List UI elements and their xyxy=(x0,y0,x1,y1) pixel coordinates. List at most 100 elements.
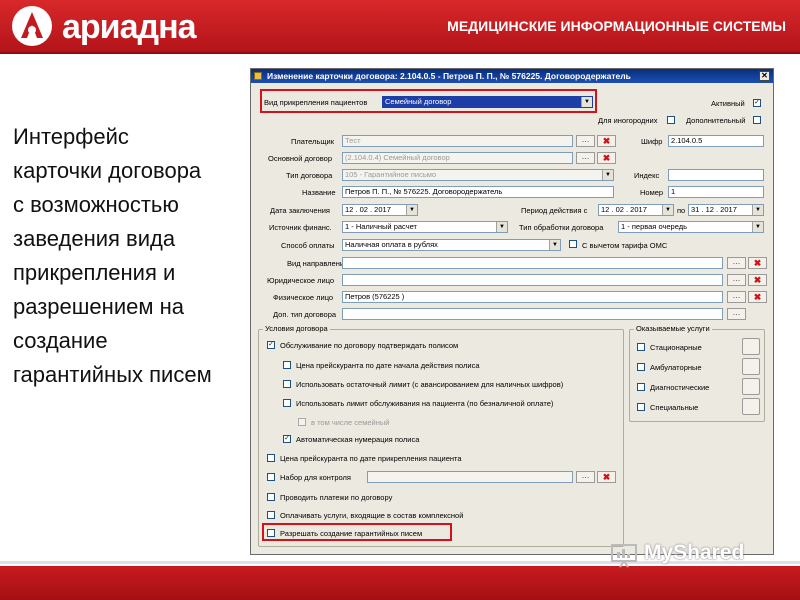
additional-checkbox[interactable] xyxy=(753,116,761,124)
control-set-field[interactable] xyxy=(367,471,573,483)
active-checkbox[interactable]: ✓ xyxy=(753,99,761,107)
conclusion-date-field[interactable]: 12 . 02 . 2017 ▼ xyxy=(342,204,418,216)
contract-type-value: 105 - Гарантийное письмо xyxy=(345,170,437,179)
index-field[interactable] xyxy=(668,169,764,181)
conditions-title: Условия договора xyxy=(263,324,330,333)
calendar-dropdown-icon[interactable]: ▼ xyxy=(752,205,763,215)
condition-checkbox[interactable] xyxy=(267,511,275,519)
condition-label: Использовать остаточный лимит (с авансир… xyxy=(296,380,564,389)
number-label: Номер xyxy=(640,188,664,197)
finance-source-label: Источник финанс. xyxy=(269,223,332,232)
name-field[interactable]: Петров П. П., № 576225. Договородержател… xyxy=(342,186,614,198)
condition-checkbox[interactable]: ✓ xyxy=(267,341,275,349)
individual-browse-button[interactable]: … xyxy=(727,291,746,303)
number-field[interactable]: 1 xyxy=(668,186,764,198)
condition-label: Цена прейскуранта по дате начала действи… xyxy=(296,361,480,370)
payer-field[interactable]: Тест xyxy=(342,135,573,147)
condition-label: в том числе семейный xyxy=(311,418,390,427)
calendar-dropdown-icon[interactable]: ▼ xyxy=(662,205,673,215)
legal-entity-browse-button[interactable]: … xyxy=(727,274,746,286)
legal-entity-field[interactable] xyxy=(342,274,723,286)
processing-type-select[interactable]: 1 - первая очередь ▼ xyxy=(618,221,764,233)
condition-checkbox[interactable] xyxy=(298,418,306,426)
chevron-down-icon[interactable]: ▼ xyxy=(602,170,613,180)
control-set-clear-icon[interactable]: ✖ xyxy=(597,471,616,483)
payment-method-select[interactable]: Наличная оплата в рублях ▼ xyxy=(342,239,561,251)
condition-checkbox[interactable] xyxy=(267,493,275,501)
payer-label: Плательщик xyxy=(291,137,334,146)
oms-excl-label: С вычетом тарифа ОМС xyxy=(582,241,668,250)
service-checkbox[interactable] xyxy=(637,383,645,391)
referral-browse-button[interactable]: … xyxy=(727,257,746,269)
condition-checkbox[interactable] xyxy=(267,473,275,481)
referral-clear-icon[interactable]: ✖ xyxy=(748,257,767,269)
desc-line: с возможностью xyxy=(13,192,179,217)
calendar-dropdown-icon[interactable]: ▼ xyxy=(406,205,417,215)
period-to-field[interactable]: 31 . 12 . 2017 ▼ xyxy=(688,204,764,216)
period-from-field[interactable]: 12 . 02 . 2017 ▼ xyxy=(598,204,674,216)
brand-name: ариадна xyxy=(62,8,197,46)
payer-clear-icon[interactable]: ✖ xyxy=(597,135,616,147)
service-settings-button[interactable] xyxy=(742,338,760,355)
contract-card-dialog: Изменение карточки договора: 2.104.0.5 -… xyxy=(250,68,774,555)
service-settings-button[interactable] xyxy=(742,378,760,395)
control-set-browse-button[interactable]: … xyxy=(576,471,595,483)
service-checkbox[interactable] xyxy=(637,343,645,351)
condition-label: Цена прейскуранта по дате прикрепления п… xyxy=(280,454,462,463)
condition-label: Набор для контроля xyxy=(280,473,351,482)
referral-type-field[interactable] xyxy=(342,257,723,269)
oms-excl-checkbox[interactable] xyxy=(569,240,577,248)
desc-line: заведения вида xyxy=(13,226,176,251)
payer-browse-button[interactable]: … xyxy=(576,135,595,147)
ariadna-logo-icon xyxy=(12,6,52,46)
desc-line: прикрепления и xyxy=(13,260,176,285)
additional-label: Дополнительный xyxy=(686,116,746,125)
chevron-down-icon[interactable]: ▼ xyxy=(752,222,763,232)
highlight-attach-type xyxy=(260,89,597,113)
condition-checkbox[interactable] xyxy=(283,361,291,369)
condition-checkbox[interactable] xyxy=(267,454,275,462)
finance-source-value: 1 - Наличный расчет xyxy=(345,222,417,231)
individual-clear-icon[interactable]: ✖ xyxy=(748,291,767,303)
service-checkbox[interactable] xyxy=(637,363,645,371)
service-settings-button[interactable] xyxy=(742,398,760,415)
service-label: Диагностические xyxy=(650,383,710,392)
chevron-down-icon[interactable]: ▼ xyxy=(549,240,560,250)
finance-source-select[interactable]: 1 - Наличный расчет ▼ xyxy=(342,221,508,233)
individual-field[interactable]: Петров (576225 ) xyxy=(342,291,723,303)
foreigners-checkbox[interactable] xyxy=(667,116,675,124)
add-contract-type-field[interactable] xyxy=(342,308,723,320)
desc-line: Интерфейс xyxy=(13,124,129,149)
highlight-guarantee-letters xyxy=(262,523,452,541)
period-to-value: 31 . 12 . 2017 xyxy=(691,205,737,214)
cipher-label: Шифр xyxy=(641,137,663,146)
add-contract-type-browse-button[interactable]: … xyxy=(727,308,746,320)
condition-label: Оплачивать услуги, входящие в состав ком… xyxy=(280,511,464,520)
legal-entity-clear-icon[interactable]: ✖ xyxy=(748,274,767,286)
service-settings-button[interactable] xyxy=(742,358,760,375)
services-title: Оказываемые услуги xyxy=(634,324,712,333)
condition-checkbox[interactable] xyxy=(283,399,291,407)
condition-checkbox[interactable] xyxy=(283,380,291,388)
condition-checkbox[interactable]: ✓ xyxy=(283,435,291,443)
main-contract-browse-button[interactable]: … xyxy=(576,152,595,164)
payment-method-label: Способ оплаты xyxy=(281,241,335,250)
period-label: Период действия с xyxy=(521,206,588,215)
legal-entity-label: Юридическое лицо xyxy=(267,276,335,285)
contract-type-select[interactable]: 105 - Гарантийное письмо ▼ xyxy=(342,169,614,181)
cipher-field[interactable]: 2.104.0.5 xyxy=(668,135,764,147)
main-contract-clear-icon[interactable]: ✖ xyxy=(597,152,616,164)
main-contract-field[interactable]: (2.104.0.4) Семейный договор xyxy=(342,152,573,164)
desc-line: создание xyxy=(13,328,108,353)
header-bar: ариадна МЕДИЦИНСКИЕ ИНФОРМАЦИОННЫЕ СИСТЕ… xyxy=(0,0,800,54)
service-checkbox[interactable] xyxy=(637,403,645,411)
service-label: Амбулаторные xyxy=(650,363,702,372)
watermark: MyShared xyxy=(610,540,770,570)
desc-line: карточки договора xyxy=(13,158,202,183)
footer-bar xyxy=(0,566,800,600)
service-label: Специальные xyxy=(650,403,699,412)
main-contract-label: Основной договор xyxy=(268,154,332,163)
referral-type-label: Вид направления xyxy=(287,259,349,268)
chevron-down-icon[interactable]: ▼ xyxy=(496,222,507,232)
close-button[interactable]: ✕ xyxy=(759,71,770,81)
